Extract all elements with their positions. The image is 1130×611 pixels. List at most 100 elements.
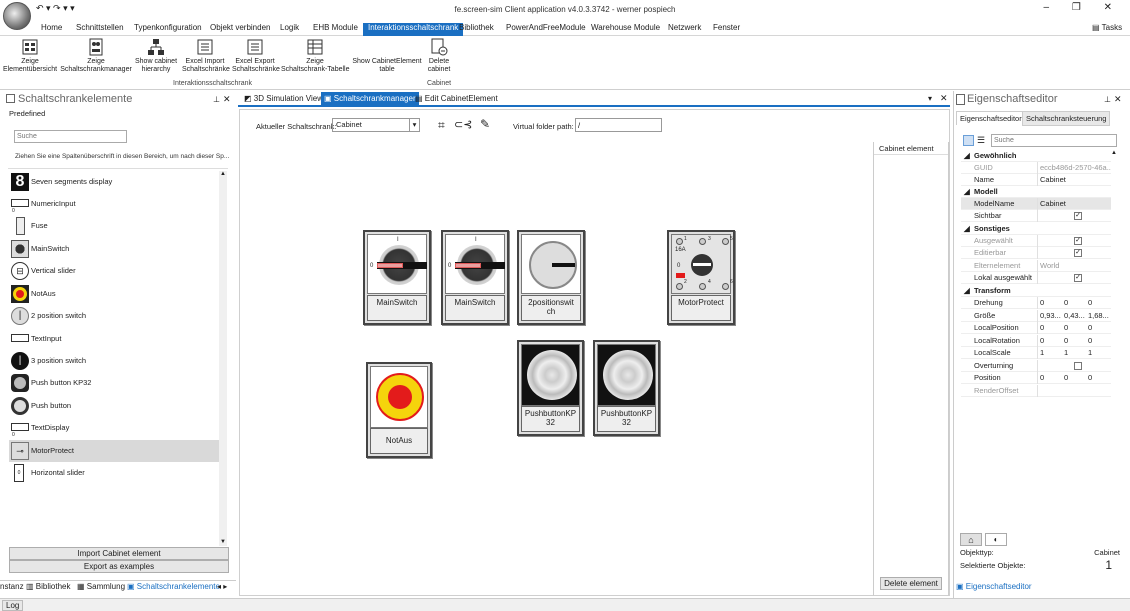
property-row[interactable]: Position 0 0 0 [961,372,1111,384]
list-item[interactable]: 0 TextDisplay [9,417,219,439]
tab-fenster[interactable]: Fenster [713,23,740,36]
tab-warehouse[interactable]: Warehouse Module [591,23,660,36]
tab-eigenschaftseditor[interactable]: Eigenschaftseditor [956,111,1026,125]
sichtbar-checkbox[interactable]: ✓ [1074,212,1082,220]
tab-objekt-verbinden[interactable]: Objekt verbinden [210,23,270,36]
group-sonstiges[interactable]: ◢ Sonstiges [961,223,1111,235]
search-input[interactable] [14,130,127,143]
tab-bibliothek[interactable]: Bibliothek [459,23,494,36]
scroll-down-icon[interactable]: ▼ [220,539,226,545]
property-row[interactable]: Ausgewählt ✓ [961,235,1111,247]
tab-schaltschranksteuerung[interactable]: Schaltschranksteuerung [1022,111,1111,126]
property-row[interactable]: Name Cabinet [961,174,1111,186]
tab-instanz[interactable]: nstanz [0,582,24,591]
property-row[interactable]: GUID eccb486d-2570-46a... [961,162,1111,174]
group-transform[interactable]: ◢ Transform [961,285,1111,297]
property-row[interactable]: LocalPosition 0 0 0 [961,322,1111,334]
cabinet-element-mainswitch[interactable]: I 0 MainSwitch [363,230,431,325]
cabinet-element-motorprotect[interactable]: 16A 0 1 3 5 2 4 6 MotorProtect [667,230,735,325]
tab-typenkonfiguration[interactable]: Typenkonfiguration [134,23,202,36]
overturning-checkbox[interactable] [1074,362,1082,370]
list-item[interactable]: 8 Seven segments display [9,171,219,193]
window-controls[interactable]: – ❐ ✕ [1044,2,1122,13]
pin-icon[interactable]: ⊥ [1104,95,1111,104]
pin-icon[interactable]: ⊥ [213,95,220,104]
tab-ehb-module[interactable]: EHB Module [313,23,358,36]
tab-dropdown-icon[interactable]: ▾ [928,94,932,103]
cabinet-element-mainswitch[interactable]: I 0 MainSwitch [441,230,509,325]
list-item[interactable]: TextInput [9,328,219,350]
connect-icon[interactable]: ⊂⊰ [454,118,472,131]
tab-netzwerk[interactable]: Netzwerk [668,23,701,36]
alphabetical-icon[interactable]: ☰ [977,135,985,146]
cabinet-select[interactable]: Cabinet ▾ [332,118,420,132]
list-item[interactable]: ⊟ Vertical slider [9,260,219,282]
property-row[interactable]: LocalRotation 0 0 0 [961,335,1111,347]
close-icon[interactable]: ✕ [223,94,231,105]
show-cabinetelement-table-button[interactable]: Show CabinetElement table [351,38,423,74]
tasks-button[interactable]: ▤ Tasks [1092,23,1122,36]
export-as-examples-button[interactable]: Export as examples [9,560,229,573]
property-row[interactable]: RenderOffset [961,385,1111,397]
list-item[interactable]: ⊸ MotorProtect [9,440,219,462]
import-cabinet-element-button[interactable]: Import Cabinet element [9,547,229,560]
list-item[interactable]: 0 NumericInput [9,193,219,215]
property-scrollbar[interactable]: ▲ [1110,150,1118,530]
property-row[interactable]: Größe 0,93... 0,43... 1,68... [961,310,1111,322]
cabinet-element-pushbuttonkp32[interactable]: PushbuttonKP 32 [517,340,584,436]
property-row[interactable]: ModelName Cabinet [961,198,1111,210]
categorized-icon[interactable] [963,135,974,146]
close-icon[interactable]: ✕ [1114,94,1122,105]
property-row[interactable]: LocalScale 1 1 1 [961,347,1111,359]
group-modell[interactable]: ◢ Modell [961,186,1111,198]
list-item[interactable]: 0 Horizontal slider [9,462,219,484]
list-item[interactable]: | 2 position switch [9,305,219,327]
tab-bibliothek-bottom[interactable]: ▥ Bibliothek [26,582,70,591]
show-cabinet-hierarchy-button[interactable]: Show cabinet hierarchy [133,38,179,74]
grid-icon[interactable]: ⌗ [438,118,445,133]
delete-element-button[interactable]: Delete element [880,577,942,590]
object-button[interactable]: ◐ [985,533,1007,546]
property-row[interactable]: Elternelement World [961,260,1111,272]
cabinet-element-pushbuttonkp32[interactable]: PushbuttonKP 32 [593,340,660,436]
excel-export-button[interactable]: Excel Export Schaltschränke [232,38,280,74]
zeige-schaltschrankmanager-button[interactable]: Zeige Schaltschrankmanager [60,38,132,74]
delete-cabinet-button[interactable]: Delete cabinet [425,38,453,74]
list-item[interactable]: MainSwitch [9,238,219,260]
right-bottom-tab[interactable]: ▣ Eigenschaftseditor [956,582,1032,591]
tab-sammlung[interactable]: ▦ Sammlung [77,582,125,591]
tab-schaltschrankelemente[interactable]: ▣ Schaltschrankelemente [127,582,220,591]
property-row[interactable]: Drehung 0 0 0 [961,297,1111,309]
zeige-elementuebersicht-button[interactable]: Zeige Elementübersicht [2,38,58,74]
home-button[interactable]: ⌂ [960,533,982,546]
close-icon[interactable]: ✕ [940,93,948,104]
property-row[interactable]: Sichtbar ✓ [961,210,1111,222]
tab-edit-cabinetelement[interactable]: ▤ Edit CabinetElement [412,92,501,106]
cabinet-element-notaus[interactable]: NotAus [366,362,432,458]
property-search-input[interactable] [991,134,1117,147]
excel-import-button[interactable]: Excel Import Schaltschränke [182,38,230,74]
folder-path-input[interactable] [575,118,662,132]
list-item[interactable]: | 3 position switch [9,350,219,372]
list-item[interactable]: Fuse [9,215,219,237]
property-row[interactable]: Editierbar ✓ [961,247,1111,259]
list-item[interactable]: Push button [9,395,219,417]
tab-powerandfree[interactable]: PowerAndFreeModule [506,23,586,36]
tab-logik[interactable]: Logik [280,23,299,36]
pencil-icon[interactable]: ✎ [480,117,490,131]
tab-home[interactable]: Home [41,23,62,36]
property-row[interactable]: Lokal ausgewählt ✓ [961,272,1111,284]
list-scrollbar[interactable]: ▲ [219,171,227,546]
tab-3d-simulation-view[interactable]: ◩ 3D Simulation View [241,92,326,106]
tab-interaktionsschaltschrank[interactable]: Interaktionsschaltschrank [363,23,464,36]
zeige-schaltschrank-tabelle-button[interactable]: Zeige Schaltschrank-Tabelle [281,38,349,74]
property-row[interactable]: Overturning [961,360,1111,372]
group-gewoehnlich[interactable]: ◢ Gewöhnlich [961,150,1111,162]
log-tab[interactable]: Log [2,600,24,611]
lokal-checkbox[interactable]: ✓ [1074,274,1082,282]
list-item[interactable]: NotAus [9,283,219,305]
tab-schaltschrankmanager[interactable]: ▣ Schaltschrankmanager [321,92,419,106]
cabinet-element-2positionswitch[interactable]: 2positionswit ch [517,230,585,325]
tab-schnittstellen[interactable]: Schnittstellen [76,23,124,36]
list-item[interactable]: Push button KP32 [9,372,219,394]
